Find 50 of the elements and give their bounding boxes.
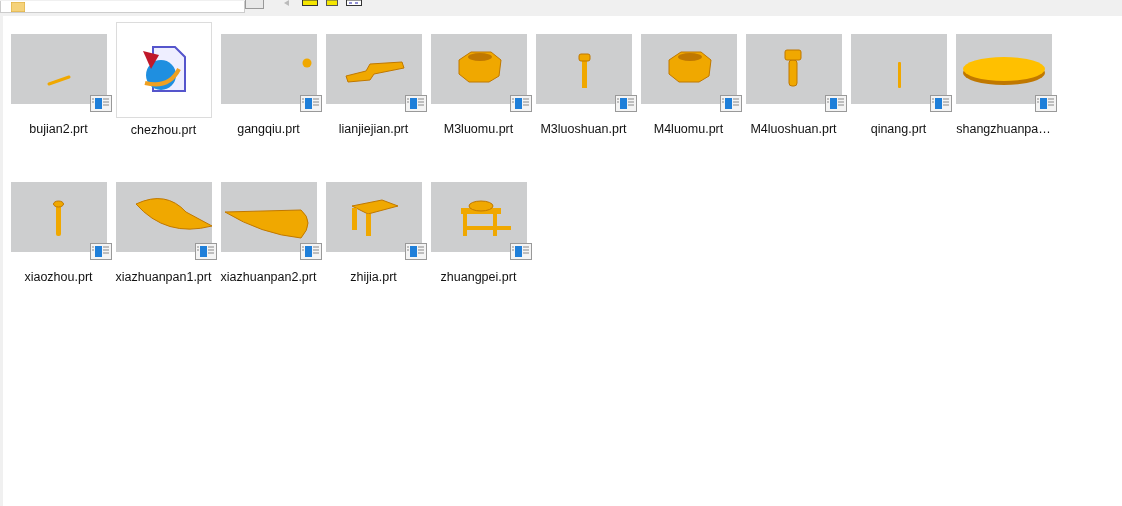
grid-icon[interactable] xyxy=(346,0,362,6)
file-name[interactable]: M3luoshuan.prt xyxy=(540,122,627,136)
dropdown-button[interactable] xyxy=(245,0,264,9)
file-name[interactable]: zhuangpei.prt xyxy=(440,270,517,284)
app-window-icon xyxy=(614,95,637,112)
toolbar-icon[interactable] xyxy=(302,0,318,6)
toolbar-icon[interactable] xyxy=(326,0,338,6)
file-name[interactable]: shangzhuanpa… xyxy=(956,122,1051,136)
file-name[interactable]: xiazhuanpan1.prt xyxy=(115,270,212,284)
app-window-icon xyxy=(194,243,217,260)
file-name[interactable]: M3luomu.prt xyxy=(443,122,514,136)
file-thumbnail[interactable] xyxy=(115,22,212,118)
part-preview[interactable] xyxy=(10,182,107,252)
part-preview[interactable] xyxy=(220,182,317,252)
part-preview[interactable] xyxy=(325,182,422,252)
file-name[interactable]: gangqiu.prt xyxy=(237,122,300,136)
part-preview[interactable] xyxy=(325,34,422,104)
part-preview[interactable] xyxy=(955,34,1052,104)
app-window-icon xyxy=(509,95,532,112)
file-name[interactable]: xiaozhou.prt xyxy=(24,270,93,284)
file-name[interactable]: qinang.prt xyxy=(870,122,927,136)
part-preview[interactable] xyxy=(535,34,632,104)
app-window-icon xyxy=(404,243,427,260)
part-preview[interactable] xyxy=(745,34,842,104)
file-name[interactable]: M4luoshuan.prt xyxy=(750,122,837,136)
part-preview[interactable] xyxy=(640,34,737,104)
app-window-icon xyxy=(299,95,322,112)
folder-icon xyxy=(11,2,25,12)
app-window-icon xyxy=(404,95,427,112)
app-window-icon xyxy=(299,243,322,260)
file-name[interactable]: xiazhuanpan2.prt xyxy=(220,270,317,284)
app-window-icon xyxy=(89,95,112,112)
part-preview[interactable] xyxy=(115,182,212,252)
file-name[interactable]: chezhou.prt xyxy=(130,123,197,137)
app-window-icon xyxy=(824,95,847,112)
app-window-icon xyxy=(1034,95,1057,112)
app-window-icon xyxy=(509,243,532,260)
app-window-icon xyxy=(719,95,742,112)
part-preview[interactable] xyxy=(850,34,947,104)
part-preview[interactable] xyxy=(10,34,107,104)
app-window-icon xyxy=(929,95,952,112)
file-name[interactable]: M4luomu.prt xyxy=(653,122,724,136)
app-window-icon xyxy=(89,243,112,260)
file-name[interactable]: lianjiejian.prt xyxy=(338,122,409,136)
part-preview[interactable] xyxy=(430,34,527,104)
file-name[interactable]: zhijia.prt xyxy=(350,270,397,284)
part-preview[interactable] xyxy=(220,34,317,104)
address-field[interactable] xyxy=(0,1,245,13)
part-preview[interactable] xyxy=(430,182,527,252)
file-name[interactable]: bujian2.prt xyxy=(29,122,88,136)
